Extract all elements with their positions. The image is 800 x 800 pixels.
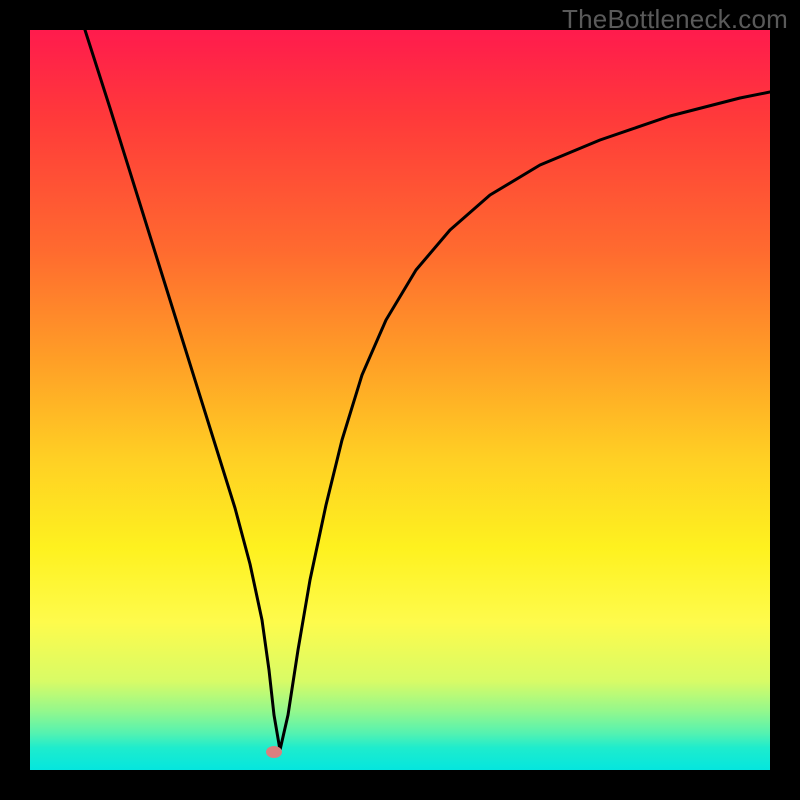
plot-area — [30, 30, 770, 770]
chart-frame: TheBottleneck.com — [0, 0, 800, 800]
bottleneck-curve-path — [85, 30, 770, 750]
curve-svg — [30, 30, 770, 770]
sweet-spot-marker — [266, 746, 282, 758]
